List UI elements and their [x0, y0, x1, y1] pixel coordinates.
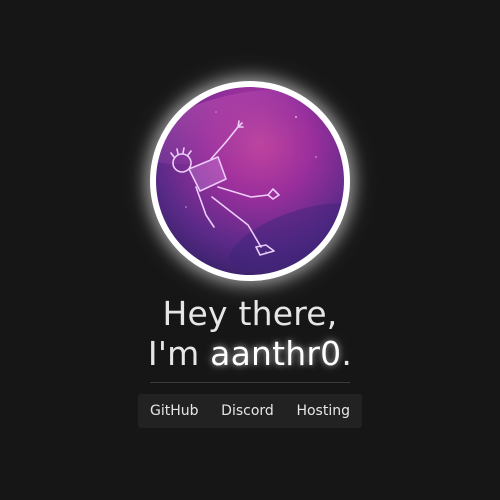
greeting-heading: Hey there, I'm aanthr0.: [0, 294, 500, 374]
greeting-prefix: I'm: [147, 334, 211, 373]
github-link[interactable]: GitHub: [150, 394, 199, 428]
greeting-suffix: .: [341, 334, 353, 373]
hosting-link[interactable]: Hosting: [296, 394, 350, 428]
divider: [150, 382, 350, 383]
discord-link[interactable]: Discord: [221, 394, 274, 428]
avatar: [156, 87, 344, 275]
avatar-ring: [150, 81, 350, 281]
username: aanthr0: [210, 334, 342, 373]
greeting-line1: Hey there,: [162, 294, 338, 333]
links-bar: GitHub Discord Hosting: [138, 394, 362, 428]
